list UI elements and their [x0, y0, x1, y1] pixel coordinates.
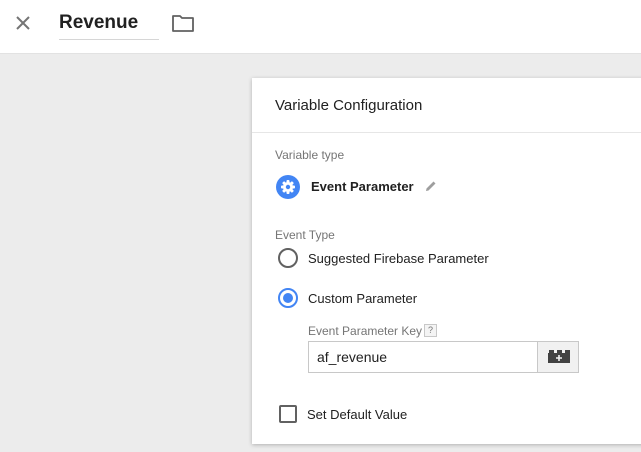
variable-type-name[interactable]: Event Parameter: [311, 179, 414, 194]
radio-suggested-firebase-parameter[interactable]: [278, 248, 298, 268]
folder-icon[interactable]: [171, 13, 195, 33]
radio-selected-dot: [283, 293, 293, 303]
card-title: Variable Configuration: [275, 97, 423, 114]
set-default-value-checkbox[interactable]: [279, 405, 297, 423]
event-type-label: Event Type: [275, 228, 335, 242]
variable-picker-icon: [548, 350, 570, 363]
help-icon[interactable]: ?: [424, 324, 437, 337]
close-icon[interactable]: [12, 12, 34, 34]
card-header: Variable Configuration: [252, 78, 641, 133]
pencil-icon[interactable]: [424, 179, 438, 193]
set-default-value-label[interactable]: Set Default Value: [307, 407, 407, 422]
radio-custom-parameter[interactable]: [278, 288, 298, 308]
radio-label-custom[interactable]: Custom Parameter: [308, 291, 417, 306]
gear-icon: [276, 175, 300, 199]
event-parameter-key-label: Event Parameter Key: [308, 324, 423, 338]
variable-picker-button[interactable]: [537, 341, 579, 373]
variable-configuration-card: Variable Configuration Variable type Eve…: [252, 78, 641, 444]
variable-name-field[interactable]: Revenue: [59, 10, 159, 40]
top-bar: Revenue: [0, 0, 641, 54]
radio-label-suggested[interactable]: Suggested Firebase Parameter: [308, 251, 489, 266]
variable-type-label: Variable type: [275, 148, 345, 162]
event-parameter-key-input[interactable]: [308, 341, 538, 373]
